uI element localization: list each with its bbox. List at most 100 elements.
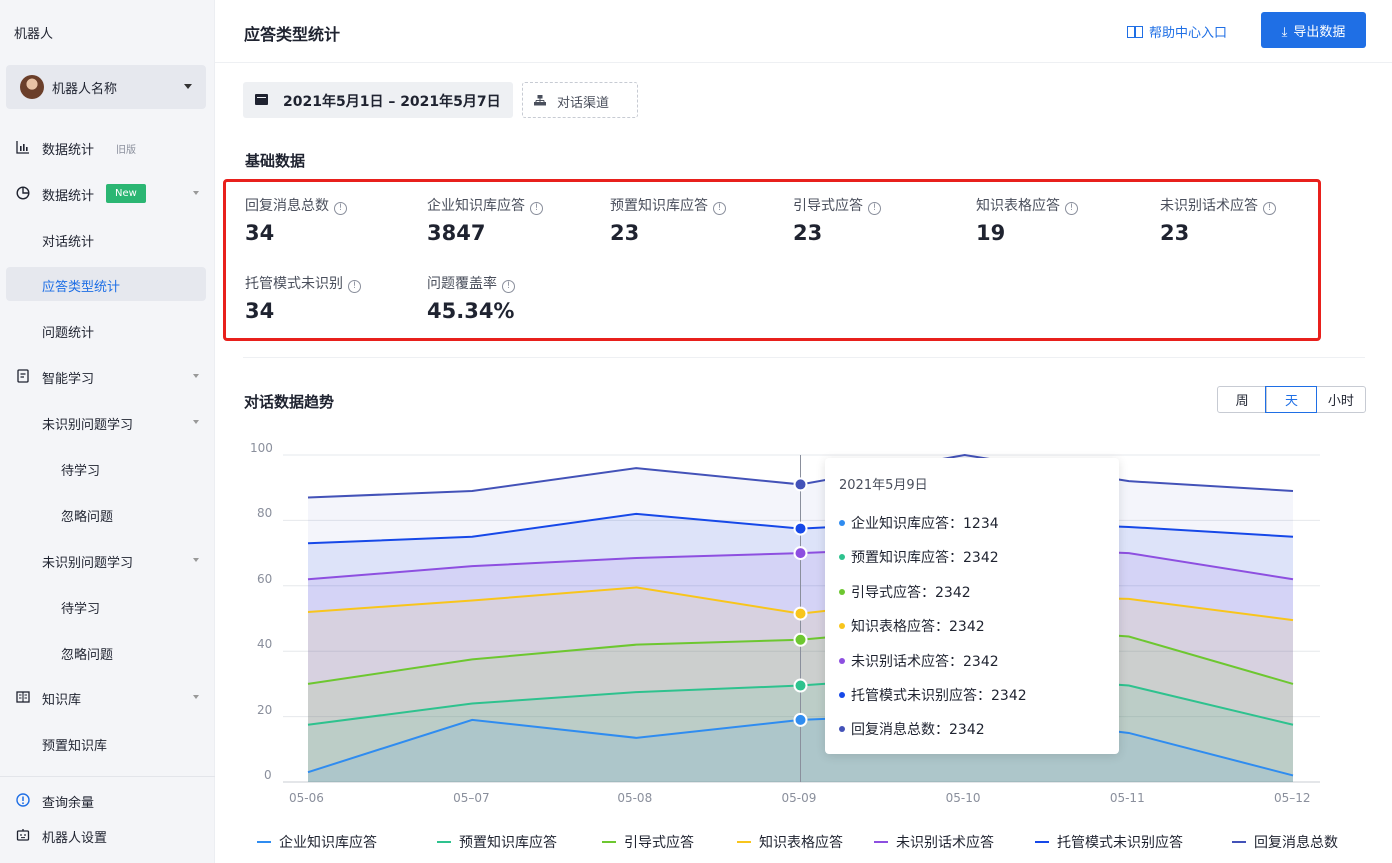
help-center-link[interactable]: 帮助中心入口 bbox=[1127, 22, 1227, 41]
legend-swatch bbox=[257, 841, 271, 843]
sidebar-divider bbox=[0, 776, 215, 777]
stat-value: 34 bbox=[245, 221, 275, 245]
tooltip-row: 托管模式未识别应答：2342 bbox=[839, 685, 1027, 705]
y-tick-label: 0 bbox=[264, 768, 272, 782]
stat-hosted-unrecognized: 托管模式未识别! 34 bbox=[245, 273, 361, 323]
stat-preset-kb: 预置知识库应答! 23 bbox=[610, 195, 726, 245]
series-line bbox=[307, 586, 1294, 622]
export-label: 导出数据 bbox=[1293, 23, 1346, 39]
sidebar-item-dialog-stats[interactable]: 对话统计 bbox=[0, 222, 215, 256]
date-range-picker[interactable]: 2021年5月1日 – 2021年5月7日 bbox=[243, 82, 513, 118]
chevron-down-icon bbox=[184, 84, 192, 89]
info-icon[interactable]: ! bbox=[868, 202, 881, 215]
sidebar-item-pending-2[interactable]: 待学习 bbox=[0, 589, 215, 623]
sidebar-item-unrecognized-learning[interactable]: 未识别问题学习 bbox=[0, 405, 215, 439]
export-button[interactable]: ⤓ 导出数据 bbox=[1261, 12, 1366, 48]
sidebar-item-preset-knowledge[interactable]: 预置知识库 bbox=[0, 726, 215, 760]
stat-value: 19 bbox=[976, 221, 1006, 245]
tooltip-row: 知识表格应答：2342 bbox=[839, 616, 985, 636]
sidebar-item-pending[interactable]: 待学习 bbox=[0, 451, 215, 485]
page-title: 应答类型统计 bbox=[244, 25, 341, 44]
legend-label: 知识表格应答 bbox=[759, 835, 843, 851]
tooltip-row-text: 回复消息总数：2342 bbox=[851, 722, 985, 738]
sidebar-item-knowledge-base[interactable]: 知识库 bbox=[0, 680, 215, 714]
series-line bbox=[307, 712, 1294, 777]
info-icon[interactable]: ! bbox=[348, 280, 361, 293]
sidebar-item-label: 预置知识库 bbox=[42, 739, 108, 754]
sidebar-item-data-stats-new[interactable]: 数据统计 New bbox=[0, 176, 215, 210]
stat-total-replies: 回复消息总数! 34 bbox=[245, 195, 347, 245]
info-icon[interactable]: ! bbox=[1065, 202, 1078, 215]
tooltip-row: 未识别话术应答：2342 bbox=[839, 651, 999, 671]
stat-label: 企业知识库应答 bbox=[427, 198, 525, 214]
sidebar-item-ignored[interactable]: 忽略问题 bbox=[0, 497, 215, 531]
legend-swatch bbox=[1035, 841, 1049, 843]
series-dot bbox=[839, 589, 845, 595]
x-tick-label: 05–07 bbox=[453, 791, 490, 805]
pie-chart-icon bbox=[16, 186, 30, 200]
sidebar-item-label: 待学习 bbox=[61, 464, 101, 479]
segment-day[interactable]: 天 bbox=[1265, 386, 1317, 413]
date-range-text: 2021年5月1日 – 2021年5月7日 bbox=[283, 94, 501, 110]
legend-swatch bbox=[437, 841, 451, 843]
stat-knowledge-table: 知识表格应答! 19 bbox=[976, 195, 1078, 245]
series-dot bbox=[839, 554, 845, 560]
sidebar-item-smart-learning[interactable]: 智能学习 bbox=[0, 359, 215, 393]
new-badge: New bbox=[106, 184, 146, 203]
sidebar-item-bot-settings[interactable]: 机器人设置 bbox=[0, 818, 215, 852]
chevron-down-icon bbox=[193, 374, 199, 378]
info-icon[interactable]: ! bbox=[502, 280, 515, 293]
download-icon: ⤓ bbox=[1281, 23, 1288, 39]
bot-name: 机器人名称 bbox=[52, 82, 118, 97]
info-icon[interactable]: ! bbox=[713, 202, 726, 215]
x-tick-label: 05-11 bbox=[1109, 791, 1145, 805]
sidebar-item-query-balance[interactable]: 查询余量 bbox=[0, 783, 215, 817]
series-area bbox=[308, 713, 1293, 782]
info-icon[interactable]: ! bbox=[1263, 202, 1276, 215]
trend-title: 对话数据趋势 bbox=[244, 393, 335, 411]
tooltip-row: 回复消息总数：2342 bbox=[839, 719, 985, 739]
series-area bbox=[308, 674, 1293, 782]
series-dot bbox=[839, 658, 845, 664]
sidebar: 机器人 机器人名称 数据统计 旧版 数据统计 New 对话统计 应答类型统计 问… bbox=[0, 0, 215, 863]
legend-swatch bbox=[602, 841, 616, 843]
legend-label: 回复消息总数 bbox=[1254, 835, 1338, 851]
sidebar-item-label: 数据统计 bbox=[42, 143, 95, 158]
old-version-tag: 旧版 bbox=[116, 145, 136, 156]
x-tick-label: 05-08 bbox=[617, 791, 653, 805]
data-point bbox=[793, 678, 808, 693]
stat-coverage-rate: 问题覆盖率! 45.34% bbox=[427, 273, 515, 323]
channel-filter[interactable]: 对话渠道 bbox=[522, 82, 638, 118]
series-line bbox=[307, 512, 1294, 545]
tooltip-row-text: 未识别话术应答：2342 bbox=[851, 654, 999, 670]
sidebar-item-response-type-stats[interactable]: 应答类型统计 bbox=[6, 267, 206, 301]
legend-label: 托管模式未识别应答 bbox=[1057, 835, 1183, 851]
legend-label: 预置知识库应答 bbox=[459, 835, 557, 851]
info-icon[interactable]: ! bbox=[334, 202, 347, 215]
segment-hour[interactable]: 小时 bbox=[1315, 387, 1365, 412]
sidebar-item-unrecognized-learning-2[interactable]: 未识别问题学习 bbox=[0, 543, 215, 577]
y-tick-label: 40 bbox=[257, 637, 273, 652]
basic-data-title: 基础数据 bbox=[245, 152, 306, 170]
sidebar-item-data-stats-old[interactable]: 数据统计 旧版 bbox=[0, 130, 215, 164]
channel-filter-label: 对话渠道 bbox=[557, 96, 610, 111]
sidebar-item-ignored-2[interactable]: 忽略问题 bbox=[0, 635, 215, 669]
data-point bbox=[793, 632, 808, 647]
chevron-down-icon bbox=[193, 558, 199, 562]
sidebar-item-label: 查询余量 bbox=[42, 796, 95, 811]
info-icon[interactable]: ! bbox=[530, 202, 543, 215]
bot-selector[interactable]: 机器人名称 bbox=[6, 65, 206, 109]
stat-label: 预置知识库应答 bbox=[610, 198, 708, 214]
chevron-down-icon bbox=[193, 695, 199, 699]
sidebar-item-question-stats[interactable]: 问题统计 bbox=[0, 313, 215, 347]
stat-value: 45.34% bbox=[427, 299, 515, 323]
segment-week[interactable]: 周 bbox=[1218, 387, 1266, 412]
series-dot bbox=[839, 692, 845, 698]
stat-label: 托管模式未识别 bbox=[245, 276, 343, 292]
sidebar-item-label: 忽略问题 bbox=[61, 648, 114, 663]
tooltip-row: 企业知识库应答：1234 bbox=[839, 513, 999, 533]
chevron-down-icon bbox=[193, 191, 199, 195]
series-dot bbox=[839, 520, 845, 526]
x-tick-label: 05-06 bbox=[289, 791, 324, 805]
stat-label: 问题覆盖率 bbox=[427, 276, 497, 292]
